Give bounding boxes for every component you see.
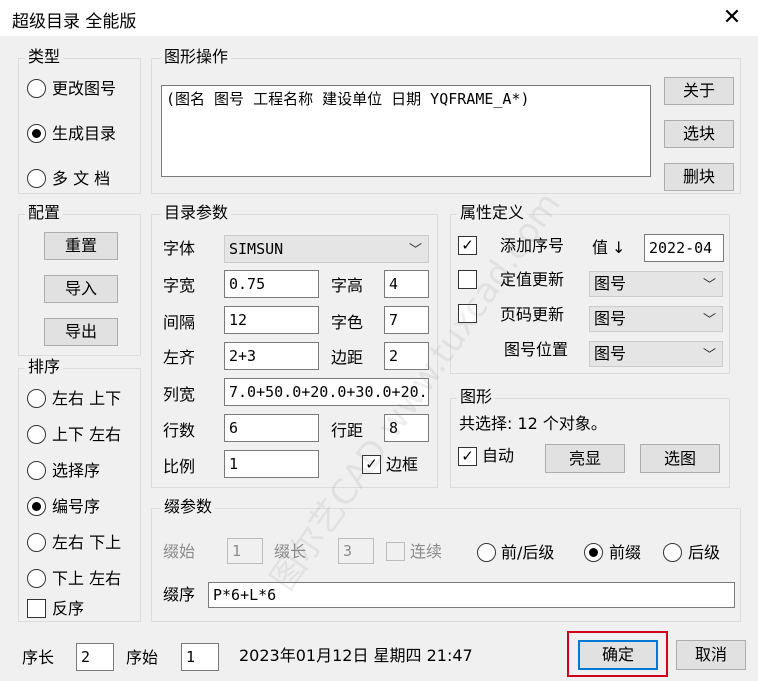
align-input[interactable]: 2+3 (224, 342, 319, 370)
chevron-down-icon: ﹀ (408, 243, 422, 258)
drawing-pos-label: 图号位置 (504, 340, 569, 359)
ok-button[interactable]: 确定 (578, 640, 658, 670)
sort-bt-lr-label[interactable]: 下上 左右 (52, 569, 121, 589)
sort-number-label[interactable]: 编号序 (52, 497, 100, 517)
drawing-pos-value: 图号 (594, 344, 627, 363)
sort-tb-lr-label[interactable]: 上下 左右 (52, 425, 121, 445)
scale-input[interactable]: 1 (224, 450, 319, 478)
arrow-down-icon: ↓ (612, 238, 626, 257)
suffix-radio[interactable] (663, 543, 682, 562)
export-button[interactable]: 导出 (44, 318, 118, 346)
level-length-input[interactable]: 3 (338, 538, 374, 564)
prefix-suffix-radio[interactable] (477, 543, 496, 562)
datetime-text: 2023年01月12日 星期四 21:47 (239, 646, 473, 665)
auto-label[interactable]: 自动 (482, 446, 514, 466)
char-color-input[interactable]: 7 (384, 306, 429, 334)
about-button[interactable]: 关于 (664, 77, 734, 105)
fixed-update-select[interactable]: 图号 ﹀ (589, 271, 723, 297)
page-update-value: 图号 (594, 309, 627, 328)
graphic-group (450, 398, 730, 488)
import-button[interactable]: 导入 (44, 275, 118, 303)
fixed-update-value: 图号 (594, 274, 627, 293)
page-update-label[interactable]: 页码更新 (500, 305, 564, 325)
level-start-input[interactable]: 1 (227, 538, 263, 564)
graphic-op-legend: 图形操作 (161, 48, 232, 66)
catalog-params-legend: 目录参数 (161, 204, 232, 222)
seq-length-label: 序长 (22, 648, 55, 667)
close-icon[interactable]: ✕ (716, 2, 748, 34)
seq-start-input[interactable]: 1 (181, 643, 219, 671)
sort-bt-lr-radio[interactable] (27, 569, 46, 588)
drawing-pos-select[interactable]: 图号 ﹀ (589, 341, 723, 367)
seq-start-label: 序始 (126, 648, 159, 667)
scale-label: 比例 (163, 457, 196, 476)
font-value: SIMSUN (229, 240, 284, 258)
chevron-down-icon: ﹀ (702, 278, 716, 293)
prefix-radio[interactable] (584, 543, 603, 562)
rows-label: 行数 (163, 421, 196, 440)
select-block-button[interactable]: 选块 (664, 120, 734, 148)
cancel-button[interactable]: 取消 (676, 640, 746, 670)
radio-generate-catalog[interactable] (27, 124, 46, 143)
prefix-label[interactable]: 前缀 (609, 543, 641, 563)
seq-length-input[interactable]: 2 (76, 643, 114, 671)
reverse-label[interactable]: 反序 (52, 599, 84, 619)
sort-tb-lr-radio[interactable] (27, 425, 46, 444)
margin-label: 边距 (331, 348, 364, 367)
value-label: 值 (592, 238, 609, 257)
sort-lr-bt-radio[interactable] (27, 533, 46, 552)
rows-input[interactable]: 6 (224, 414, 319, 442)
reverse-checkbox[interactable] (27, 599, 46, 618)
sort-selection-label[interactable]: 选择序 (52, 461, 100, 481)
continuous-label: 连续 (410, 542, 443, 561)
sort-selection-radio[interactable] (27, 461, 46, 480)
font-label: 字体 (163, 239, 196, 258)
spacing-input[interactable]: 12 (224, 306, 319, 334)
auto-checkbox[interactable]: ✓ (458, 447, 477, 466)
highlight-button[interactable]: 亮显 (545, 444, 625, 473)
char-width-input[interactable]: 0.75 (224, 270, 319, 298)
char-height-label: 字高 (331, 276, 364, 295)
prefix-suffix-label[interactable]: 前/后级 (501, 543, 554, 563)
select-drawing-button[interactable]: 选图 (640, 444, 720, 473)
align-label: 左齐 (163, 348, 196, 367)
radio-generate-catalog-label[interactable]: 生成目录 (52, 124, 116, 144)
radio-change-number-label[interactable]: 更改图号 (52, 79, 116, 99)
radio-multi-document[interactable] (27, 169, 46, 188)
page-update-select[interactable]: 图号 ﹀ (589, 306, 723, 332)
col-width-label: 列宽 (163, 385, 196, 404)
graphic-legend: 图形 (457, 388, 496, 406)
level-order-label: 缀序 (163, 585, 196, 604)
chevron-down-icon: ﹀ (702, 313, 716, 328)
sort-lr-tb-label[interactable]: 左右 上下 (52, 389, 121, 409)
chevron-down-icon: ﹀ (702, 348, 716, 363)
font-select[interactable]: SIMSUN ﹀ (224, 235, 429, 263)
sort-number-radio[interactable] (27, 497, 46, 516)
check-icon: ✓ (461, 447, 474, 465)
spacing-label: 间隔 (163, 313, 196, 332)
sort-lr-bt-label[interactable]: 左右 下上 (52, 533, 121, 553)
sort-legend: 排序 (25, 358, 64, 376)
continuous-checkbox[interactable] (386, 542, 405, 561)
value-input[interactable]: 2022-04 (644, 234, 724, 262)
level-params-legend: 缀参数 (161, 498, 216, 516)
char-color-label: 字色 (331, 313, 364, 332)
radio-change-number[interactable] (27, 79, 46, 98)
selection-status: 共选择: 12 个对象。 (459, 414, 607, 433)
radio-multi-document-label[interactable]: 多 文 档 (52, 169, 110, 189)
sort-lr-tb-radio[interactable] (27, 389, 46, 408)
suffix-label[interactable]: 后级 (688, 543, 720, 563)
type-group-legend: 类型 (25, 48, 64, 66)
char-height-input[interactable]: 4 (384, 270, 429, 298)
check-icon: ✓ (461, 236, 474, 254)
window-title: 超级目录 全能版 (12, 12, 137, 32)
delete-block-button[interactable]: 删块 (664, 163, 734, 191)
config-legend: 配置 (25, 204, 64, 222)
char-width-label: 字宽 (163, 276, 196, 295)
reset-button[interactable]: 重置 (44, 232, 118, 260)
block-names-textarea[interactable]: (图名 图号 工程名称 建设单位 日期 YQFRAME_A*) (161, 85, 651, 177)
level-start-label: 缀始 (163, 542, 196, 561)
add-seq-checkbox[interactable]: ✓ (458, 236, 477, 255)
